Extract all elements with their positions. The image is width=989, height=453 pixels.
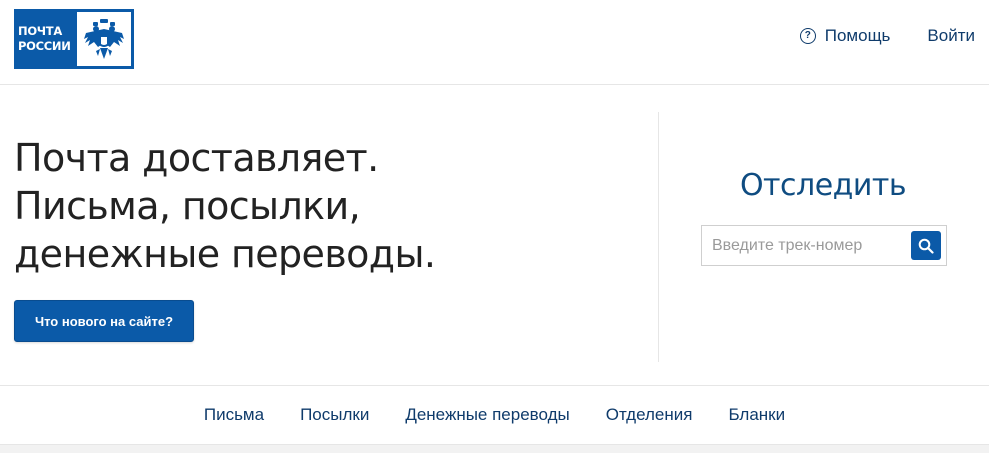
headline-line-1: Почта доставляет. [14, 136, 379, 180]
nav-item-forms[interactable]: Бланки [710, 405, 803, 425]
headline-line-2: Письма, посылки, [14, 184, 361, 228]
tracking-title: Отследить [739, 168, 907, 203]
track-number-input[interactable] [702, 226, 902, 265]
hero-headline: Почта доставляет. Письма, посылки, денеж… [14, 134, 634, 278]
search-button[interactable] [911, 231, 941, 260]
headline-line-3: денежные переводы. [14, 232, 436, 276]
whats-new-button[interactable]: Что нового на сайте? [14, 300, 194, 342]
nav-item-letters[interactable]: Письма [186, 405, 282, 425]
tracking-search-box [701, 225, 947, 266]
nav-item-offices[interactable]: Отделения [588, 405, 711, 425]
site-header: ПОЧТА РОССИИ ? Помощь Войти [0, 0, 989, 85]
pochta-rossii-logo[interactable]: ПОЧТА РОССИИ [14, 9, 134, 69]
section-divider [658, 112, 659, 362]
nav-item-parcels[interactable]: Посылки [282, 405, 387, 425]
nav-item-money-transfers[interactable]: Денежные переводы [387, 405, 587, 425]
footer-strip [0, 445, 989, 453]
header-nav: ? Помощь Войти [799, 26, 975, 46]
search-icon [918, 238, 934, 254]
help-label: Помощь [824, 26, 891, 45]
help-link[interactable]: ? Помощь [799, 26, 891, 46]
logo-line-1: ПОЧТА [18, 24, 62, 38]
login-link[interactable]: Войти [927, 26, 975, 46]
logo-wordmark: ПОЧТА РОССИИ [14, 9, 74, 69]
logo-line-2: РОССИИ [18, 39, 71, 53]
question-circle-icon: ? [799, 28, 816, 44]
main-nav: Письма Посылки Денежные переводы Отделен… [0, 385, 989, 445]
double-headed-eagle-icon [74, 9, 134, 69]
